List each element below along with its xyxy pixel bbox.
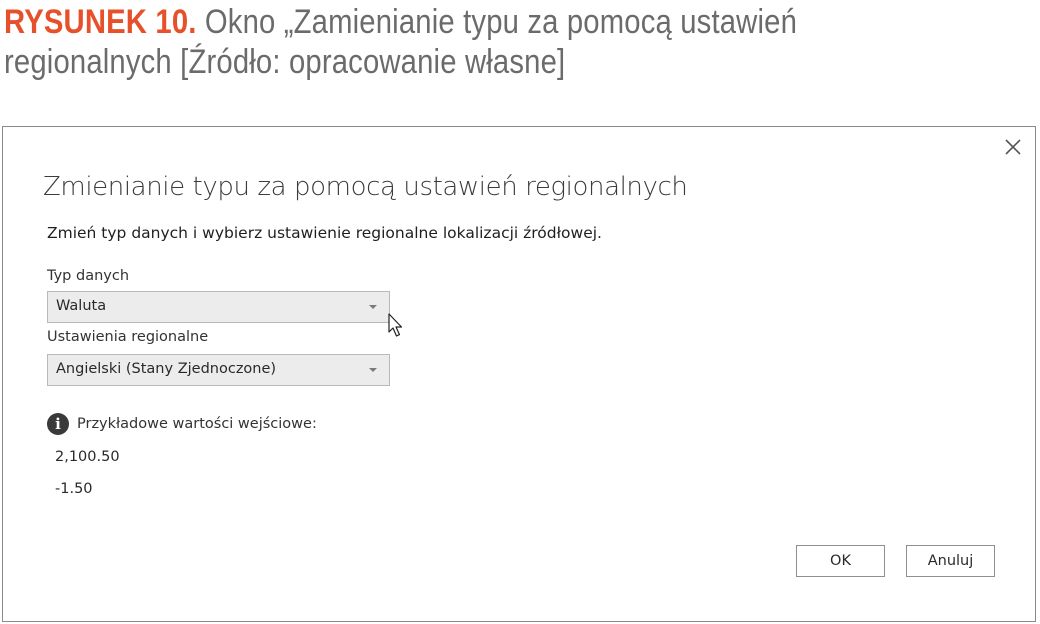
sample-values-header: i Przykładowe wartości wejściowe:	[47, 413, 317, 435]
close-button[interactable]	[1001, 135, 1025, 159]
chevron-down-icon	[369, 368, 377, 372]
data-type-label: Typ danych	[47, 268, 130, 284]
info-icon: i	[47, 413, 69, 435]
data-type-dropdown[interactable]: Waluta	[47, 291, 390, 323]
figure-number: RYSUNEK 10.	[4, 3, 197, 41]
sample-value: 2,100.50	[55, 449, 120, 465]
sample-value: -1.50	[55, 481, 93, 497]
data-type-value: Waluta	[56, 298, 107, 314]
chevron-down-icon	[369, 305, 377, 309]
sample-values-label: Przykładowe wartości wejściowe:	[77, 416, 317, 432]
locale-dropdown[interactable]: Angielski (Stany Zjednoczone)	[47, 354, 390, 386]
dialog-description: Zmień typ danych i wybierz ustawienie re…	[47, 224, 602, 242]
close-icon	[1005, 139, 1021, 155]
dialog-title: Zmienianie typu za pomocą ustawień regio…	[43, 172, 688, 202]
change-type-dialog: Zmienianie typu za pomocą ustawień regio…	[2, 126, 1036, 622]
mouse-cursor-icon	[388, 313, 403, 337]
locale-label: Ustawienia regionalne	[47, 329, 209, 345]
figure-caption: RYSUNEK 10. Okno „Zamienianie typu za po…	[4, 2, 890, 82]
cancel-button[interactable]: Anuluj	[906, 545, 995, 577]
ok-button[interactable]: OK	[796, 545, 885, 577]
locale-value: Angielski (Stany Zjednoczone)	[56, 361, 277, 377]
